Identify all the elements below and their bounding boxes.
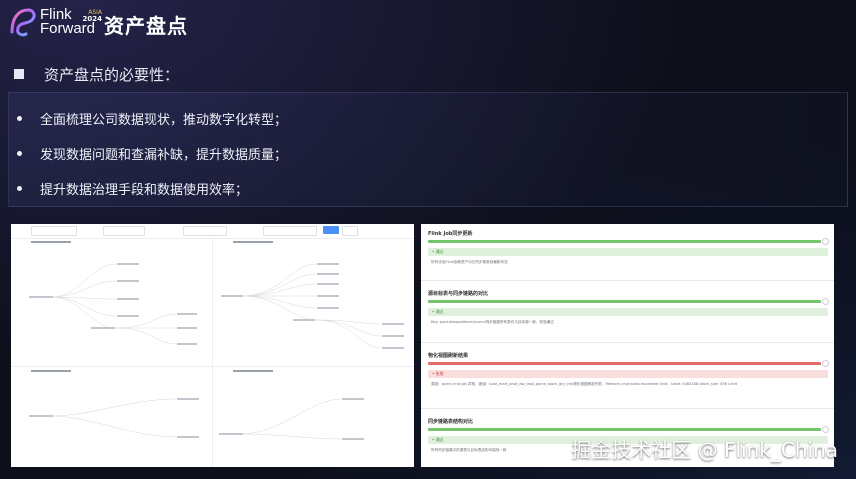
- list-item-text: 全面梳理公司数据现状，推动数字化转型；: [40, 113, 288, 128]
- graph-title: [233, 241, 273, 243]
- collapse-icon[interactable]: [822, 360, 829, 367]
- brand-year: 2024: [82, 15, 102, 23]
- status-badge: • 失败: [428, 370, 828, 378]
- graph-node[interactable]: [177, 313, 197, 315]
- list-item-text: 发现数据问题和查漏补缺，提升数据质量；: [40, 148, 288, 163]
- list-item: 发现数据问题和查漏补缺，提升数据质量；: [17, 144, 287, 163]
- check-title: 同步链路表结构对比: [428, 419, 474, 425]
- check-item: Flink Job同步更新 • 通过 所有涉及Flink依赖资产均已同步更新到最…: [428, 230, 829, 264]
- graph-node[interactable]: [317, 273, 339, 275]
- bullet-dot-icon: [17, 186, 22, 191]
- graph-node[interactable]: [221, 295, 243, 297]
- graph-node[interactable]: [29, 415, 53, 417]
- list-item: 提升数据治理手段和数据使用效率；: [17, 179, 248, 198]
- check-title: 源目标表与同步链路的对比: [428, 291, 489, 297]
- section-heading: 资产盘点的必要性：: [14, 64, 179, 85]
- graph-node[interactable]: [177, 327, 197, 329]
- graph-title: [233, 370, 273, 372]
- check-item: 物化视图刷新结果 • 失败 原因：query and job 异常，错误：loa…: [428, 352, 829, 386]
- graph-node[interactable]: [342, 398, 364, 400]
- watermark-text: 掘金技术社区 @ Flink_China: [571, 438, 838, 462]
- graph-node[interactable]: [317, 263, 339, 265]
- check-title: Flink Job同步更新: [428, 231, 473, 237]
- check-description: 原因：query and job 异常，错误：load_mart_prod_dw…: [431, 382, 738, 386]
- progress-bar: [428, 300, 821, 303]
- progress-bar: [428, 428, 821, 431]
- graph-node[interactable]: [317, 283, 339, 285]
- graph-node[interactable]: [317, 307, 339, 309]
- graph-node[interactable]: [219, 433, 243, 435]
- divider: [421, 408, 834, 409]
- graph-node[interactable]: [382, 323, 404, 325]
- graph-node[interactable]: [29, 296, 53, 298]
- slide-header: Flink Forward ASIA 2024 资产盘点: [0, 0, 856, 48]
- check-description: Key: prod-dataplatform/source同步链路所有表均与目标…: [431, 320, 554, 324]
- check-title: 物化视图刷新结果: [428, 353, 469, 359]
- status-badge: • 通过: [428, 248, 828, 256]
- check-item: 源目标表与同步链路的对比 • 通过 Key: prod-dataplatform…: [428, 290, 829, 324]
- check-item: 同步链路表结构对比 • 通过 所有同步链路中的源表与目标表结构均保持一致: [428, 418, 829, 452]
- graph-node[interactable]: [317, 295, 339, 297]
- graph-title: [31, 370, 71, 372]
- collapse-icon[interactable]: [822, 238, 829, 245]
- graph-node[interactable]: [177, 436, 199, 438]
- graph-title: [31, 241, 71, 243]
- graph-node[interactable]: [117, 298, 139, 300]
- graph-node[interactable]: [91, 327, 115, 329]
- square-bullet-icon: [14, 69, 24, 79]
- collapse-icon[interactable]: [822, 426, 829, 433]
- bullet-dot-icon: [17, 151, 22, 156]
- page-title: 资产盘点: [104, 14, 188, 38]
- divider: [421, 342, 834, 343]
- graph-node[interactable]: [117, 315, 139, 317]
- progress-bar: [428, 362, 821, 365]
- bullet-dot-icon: [17, 116, 22, 121]
- brand-line-forward: Forward: [40, 20, 96, 37]
- check-description: 所有涉及Flink依赖资产均已同步更新到最新状态: [431, 260, 508, 264]
- progress-bar: [428, 240, 821, 243]
- list-item: 全面梳理公司数据现状，推动数字化转型；: [17, 109, 287, 128]
- divider: [421, 280, 834, 281]
- list-item-text: 提升数据治理手段和数据使用效率；: [40, 183, 249, 198]
- graph-node[interactable]: [342, 438, 364, 440]
- check-description: 所有同步链路中的源表与目标表结构均保持一致: [431, 448, 507, 452]
- lineage-screenshot: [11, 224, 414, 467]
- graph-node[interactable]: [382, 335, 404, 337]
- graph-node[interactable]: [177, 343, 197, 345]
- status-badge: • 通过: [428, 308, 828, 316]
- graph-node[interactable]: [382, 347, 404, 349]
- graph-node[interactable]: [117, 280, 139, 282]
- validation-screenshot: Flink Job同步更新 • 通过 所有涉及Flink依赖资产均已同步更新到最…: [421, 224, 834, 467]
- collapse-icon[interactable]: [822, 298, 829, 305]
- brand-meta: ASIA 2024: [80, 9, 102, 23]
- graph-node[interactable]: [117, 263, 139, 265]
- lineage-graph: [29, 241, 404, 440]
- graph-node[interactable]: [177, 398, 199, 400]
- bullet-panel: 全面梳理公司数据现状，推动数字化转型； 发现数据问题和查漏补缺，提升数据质量； …: [8, 92, 848, 207]
- flink-forward-logo-icon: [10, 8, 36, 37]
- graph-node[interactable]: [293, 319, 315, 321]
- section-heading-text: 资产盘点的必要性：: [44, 66, 180, 84]
